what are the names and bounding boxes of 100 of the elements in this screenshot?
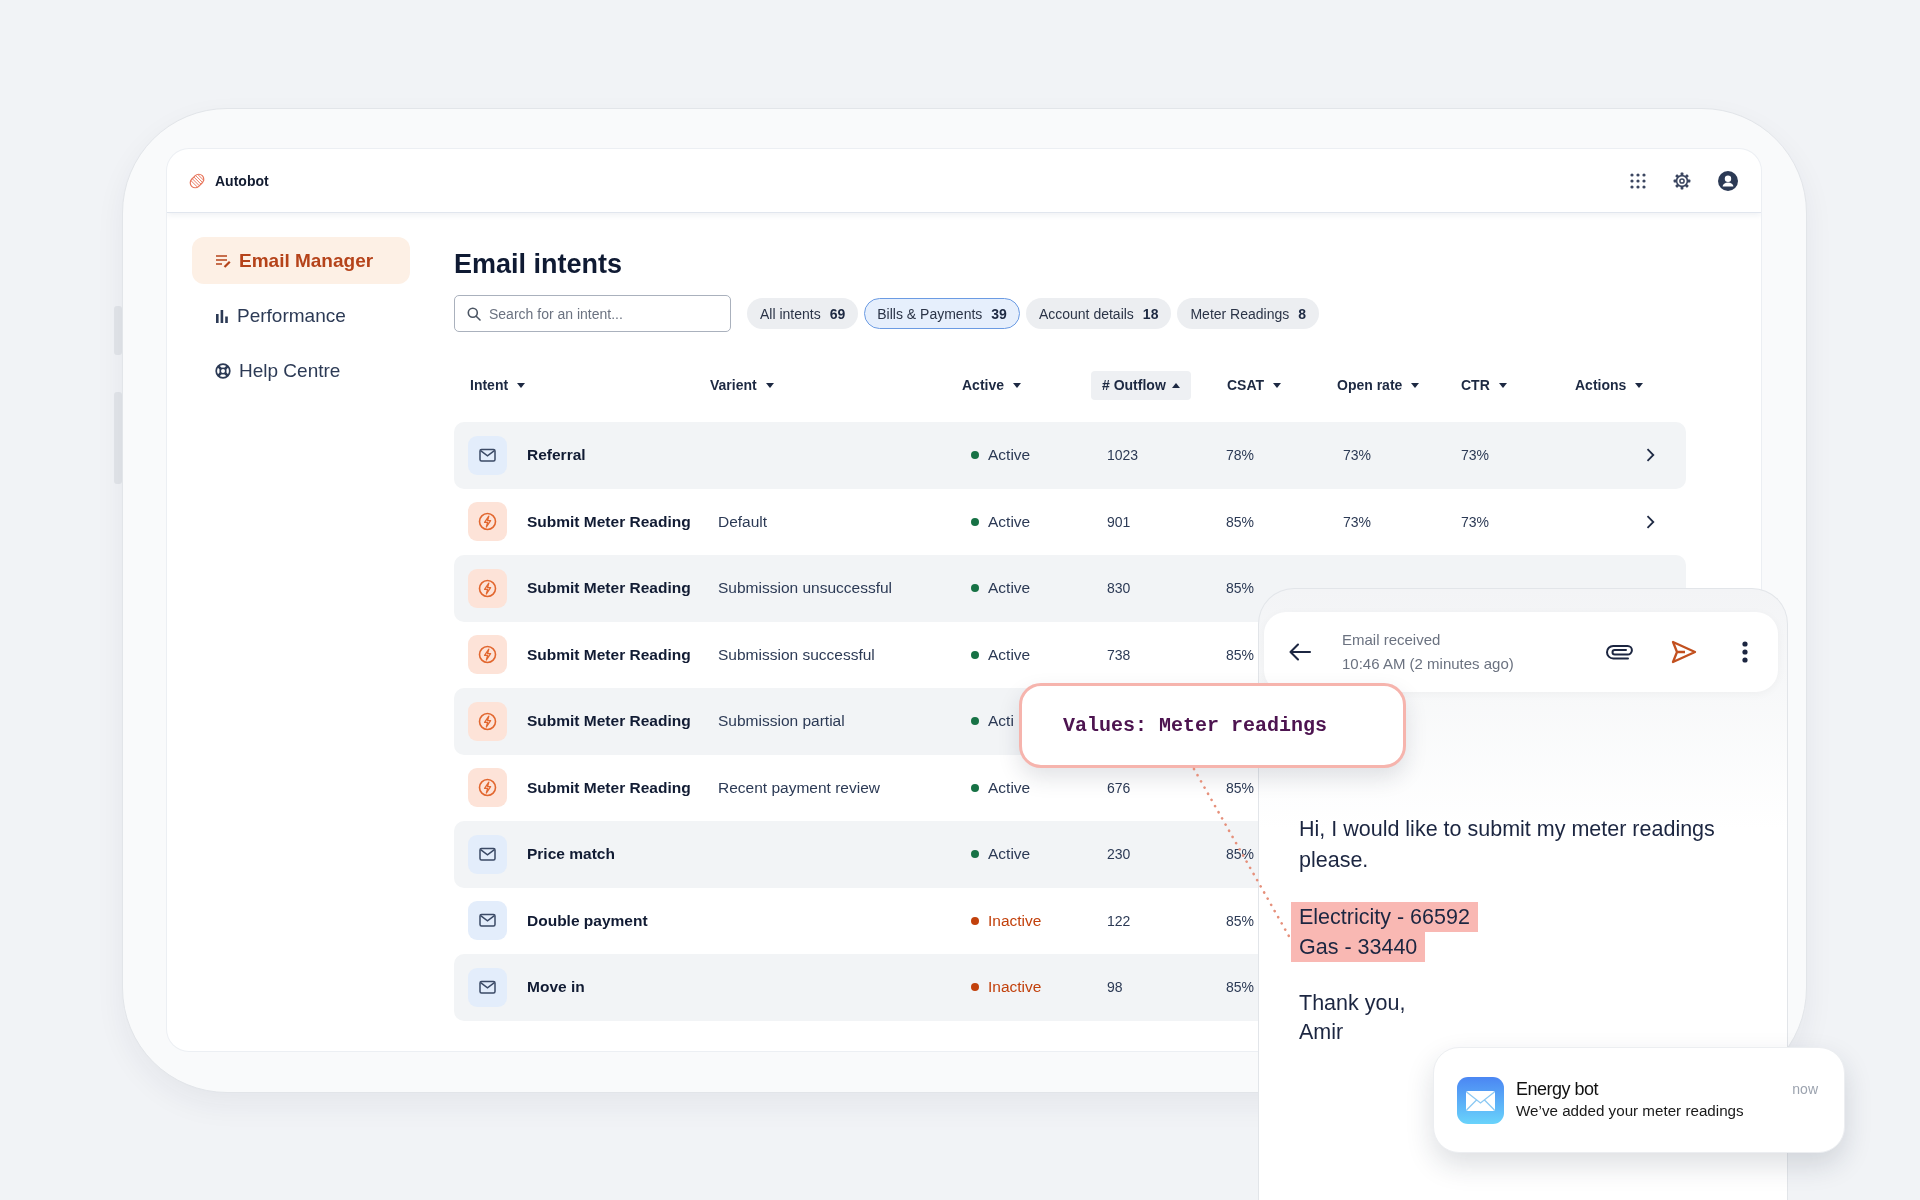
envelope-icon [468,967,507,1007]
variant-name: Submission partial [718,712,845,731]
intent-name: Double payment [527,911,648,930]
variant-name: Default [718,512,768,531]
search-icon [467,306,481,321]
variant-name: Submission unsuccessful [718,579,893,598]
intent-name: Submit Meter Reading [527,579,691,598]
search-field[interactable]: Search for an intent... [454,295,731,332]
email-status-label: Email received [1342,630,1442,650]
caret-icon [1013,382,1022,388]
account-avatar-icon[interactable] [1718,170,1738,191]
caret-icon [1498,382,1507,388]
bar-chart-icon [215,308,229,323]
column-header[interactable]: Open rate [1337,370,1420,400]
highlighted-reading: Gas - 33440 [1291,932,1426,962]
notification-message: We’ve added your meter readings [1516,1101,1744,1121]
status-label: Active [988,512,1031,531]
chevron-right-icon[interactable] [1646,448,1655,463]
values-tooltip: Values: Meter readings [1019,683,1406,768]
email-signature: Amir [1299,1019,1345,1046]
column-header[interactable]: Active [962,370,1022,400]
caret-icon [517,382,526,388]
outflow-count: 230 [1107,846,1131,863]
column-header[interactable]: CTR [1461,370,1507,400]
status-label: Inactive [988,978,1042,997]
send-icon[interactable] [1671,640,1697,664]
highlighted-reading: Electricity - 66592 [1291,902,1478,932]
intent-name: Referral [527,446,586,465]
filter-chip[interactable]: Account details 18 [1025,298,1172,329]
back-arrow-icon[interactable] [1288,642,1312,662]
more-vertical-icon[interactable] [1742,641,1748,663]
outflow-count: 122 [1107,912,1131,929]
column-header[interactable]: Varient [710,370,774,400]
column-header[interactable]: Intent [470,370,526,400]
envelope-icon [468,901,507,941]
sidebar-item[interactable]: Email Manager [192,237,410,284]
chevron-right-icon[interactable] [1646,514,1655,529]
envelope-icon [468,435,507,475]
mail-app-icon [1457,1076,1504,1124]
envelope-icon [468,834,507,874]
csat-value: 85% [1226,979,1255,996]
ctr-value: 73% [1461,513,1490,530]
notification-title: Energy bot [1516,1078,1600,1100]
caret-icon [1273,382,1282,388]
lightning-icon [468,635,507,675]
filter-chip[interactable]: Bills & Payments 39 [864,298,1020,329]
outflow-count: 901 [1107,513,1131,530]
notification-time: now [1792,1080,1818,1098]
intent-name: Submit Meter Reading [527,778,691,797]
outflow-count: 830 [1107,580,1131,597]
table-row[interactable]: Referral Active 1023 78% 73% 73% [454,422,1686,489]
notification-toast[interactable]: Energy bot We’ve added your meter readings now [1433,1047,1845,1153]
lightning-icon [468,502,507,542]
csat-value: 85% [1226,779,1255,796]
intent-name: Submit Meter Reading [527,645,691,664]
intent-name: Move in [527,978,585,997]
csat-value: 85% [1226,846,1255,863]
caret-icon [765,382,774,388]
app-name: Autobot [215,172,269,189]
ctr-value: 73% [1461,447,1490,464]
caret-icon [1635,382,1644,388]
status-label: Inactive [988,911,1042,930]
csat-value: 85% [1226,580,1255,597]
sidebar-item[interactable]: Help Centre [192,347,410,394]
apps-grid-icon[interactable] [1630,172,1646,189]
sidebar-item[interactable]: Performance [192,292,410,339]
outflow-count: 1023 [1107,447,1139,464]
filter-chip[interactable]: Meter Readings 8 [1177,298,1320,329]
intent-name: Price match [527,845,615,864]
page-title: Email intents [454,248,624,281]
lightning-icon [468,768,507,808]
open-rate-value: 73% [1343,447,1372,464]
status-label: Active [988,645,1031,664]
settings-icon[interactable] [1673,171,1691,190]
lightning-icon [468,568,507,608]
status-label: Active [988,446,1031,465]
outflow-count: 676 [1107,779,1131,796]
status-label: Active [988,778,1031,797]
lifebuoy-icon [215,362,231,379]
csat-value: 85% [1226,646,1255,663]
column-header[interactable]: # Outflow [1091,370,1191,400]
column-header[interactable]: CSAT [1227,370,1282,400]
status-label: Acti [988,712,1014,731]
csat-value: 85% [1226,513,1255,530]
csat-value: 85% [1226,912,1255,929]
email-time: 10:46 AM (2 minutes ago) [1342,654,1514,674]
intent-name: Submit Meter Reading [527,512,691,531]
variant-name: Submission successful [718,645,875,664]
intent-name: Submit Meter Reading [527,712,691,731]
paperclip-icon[interactable] [1606,644,1634,660]
lightning-icon [468,701,507,741]
status-label: Active [988,579,1031,598]
column-header[interactable]: Actions [1575,370,1644,400]
caret-icon [1171,382,1180,388]
variant-name: Recent payment review [718,778,880,797]
filter-chip[interactable]: All intents 69 [747,298,859,329]
email-closing: Thank you, [1299,990,1407,1017]
caret-icon [1411,382,1420,388]
outflow-count: 98 [1107,979,1123,996]
status-label: Active [988,845,1031,864]
